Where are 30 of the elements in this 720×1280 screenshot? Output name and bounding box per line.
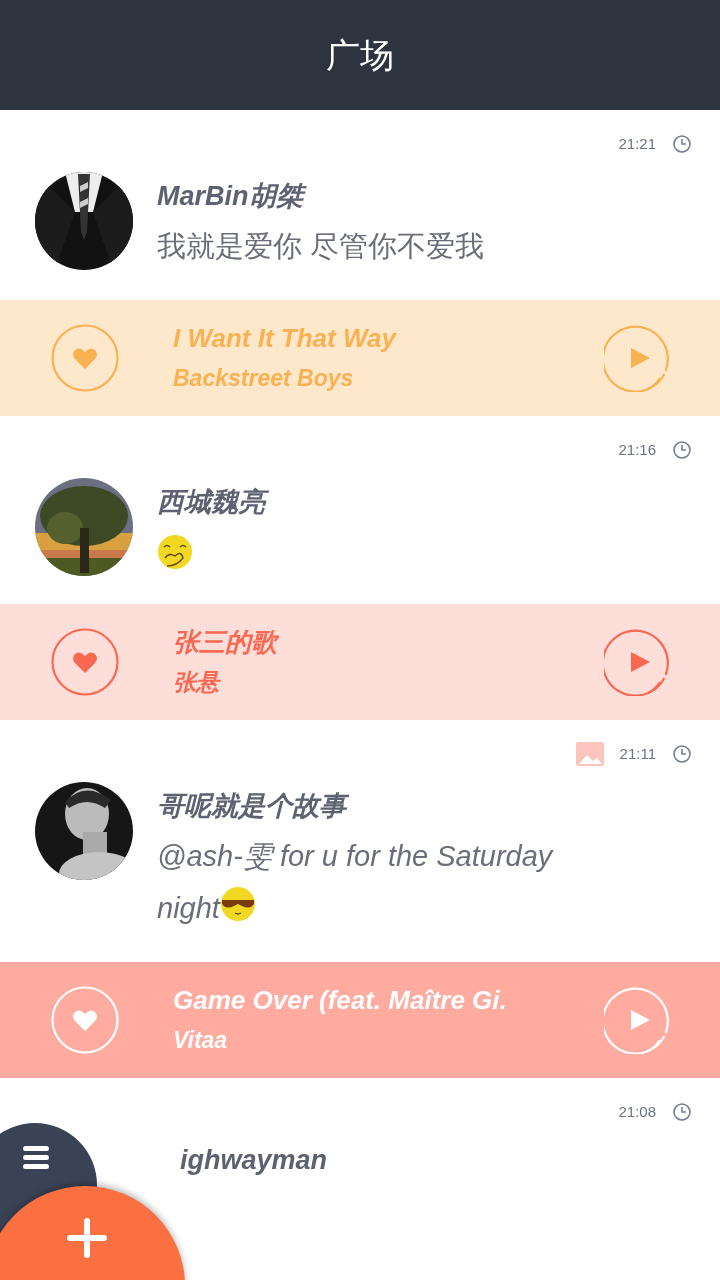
clock-icon — [672, 1102, 692, 1122]
menu-icon — [23, 1146, 49, 1169]
plus-icon — [67, 1218, 107, 1258]
play-button[interactable] — [604, 986, 672, 1054]
user-name: 西城魏亮 — [157, 482, 692, 522]
like-button[interactable] — [51, 628, 119, 696]
post-time: 21:16 — [618, 439, 656, 460]
like-button[interactable] — [51, 324, 119, 392]
song-title: I Want It That Way — [173, 322, 398, 355]
clock-icon — [672, 134, 692, 154]
clock-icon — [672, 744, 692, 764]
post-time: 21:11 — [619, 743, 656, 764]
song-title: Game Over (feat. Maître Gi. — [173, 984, 508, 1017]
post-time: 21:21 — [618, 133, 656, 154]
sunglasses-emoji-icon — [219, 886, 256, 922]
post-time: 21:08 — [618, 1101, 656, 1122]
play-button[interactable] — [604, 628, 672, 696]
blush-emoji-icon — [157, 534, 193, 570]
user-name: ighwayman — [180, 1144, 329, 1177]
user-name: MarBin胡桀 — [157, 176, 692, 216]
play-button[interactable] — [604, 324, 672, 392]
song-title: 张三的歌 — [173, 626, 280, 659]
song-artist: Vitaa — [173, 1026, 229, 1055]
post-text: 我就是爱你 尽管你不爱我 — [157, 229, 486, 264]
clock-icon — [672, 440, 692, 460]
song-artist: 张悬 — [173, 668, 222, 697]
song-artist: Backstreet Boys — [173, 364, 355, 393]
screen-title: 广场 — [326, 34, 394, 76]
user-name: 哥呢就是个故事 — [157, 786, 692, 826]
post-text: @ash-雯 for u for the Saturday night — [157, 839, 555, 926]
